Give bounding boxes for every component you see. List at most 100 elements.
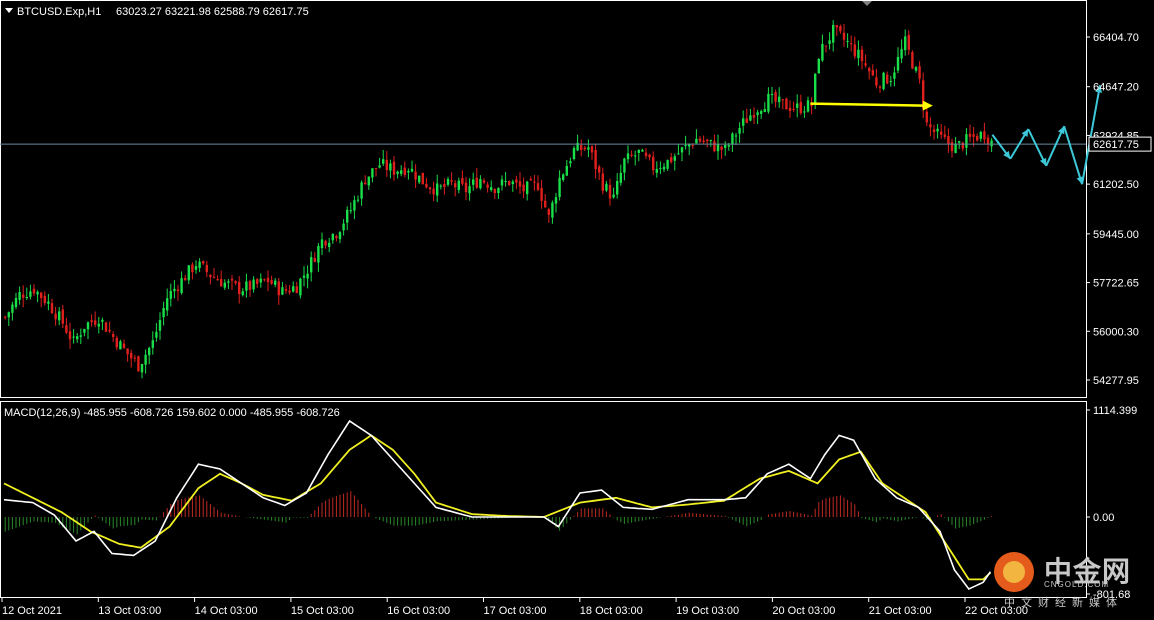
candle-body xyxy=(778,96,781,103)
time-tick-label: 22 Oct 03:00 xyxy=(965,605,1028,617)
candle-body xyxy=(97,323,100,327)
candle-body xyxy=(83,328,86,333)
candle-body xyxy=(162,308,165,318)
candle-body xyxy=(335,236,338,239)
candle-body xyxy=(684,144,687,147)
forecast-segment xyxy=(1063,125,1084,185)
candle-body xyxy=(788,107,792,112)
ohlc-values: 63023.27 63221.98 62588.79 62617.75 xyxy=(116,6,309,18)
candle-body xyxy=(486,184,489,188)
time-tick-label: 15 Oct 03:00 xyxy=(291,605,354,617)
candle-body xyxy=(893,72,896,79)
candle-body xyxy=(169,290,172,299)
candle-body xyxy=(238,281,241,295)
candle-body xyxy=(961,142,964,149)
candle-body xyxy=(594,150,597,170)
candle-body xyxy=(763,109,766,112)
candle-body xyxy=(482,180,486,183)
candle-body xyxy=(454,183,457,188)
candle-body xyxy=(497,188,500,194)
candle-body xyxy=(990,140,993,147)
candle-body xyxy=(540,187,543,201)
candle-body xyxy=(198,261,201,268)
candle-body xyxy=(626,153,630,160)
candle-body xyxy=(32,288,36,294)
candle-body xyxy=(155,331,158,338)
candle-body xyxy=(508,181,511,185)
candle-body xyxy=(850,43,853,45)
candle-body xyxy=(176,289,180,291)
candle-body xyxy=(727,145,730,147)
candle-body xyxy=(641,149,644,152)
symbol-label[interactable]: BTCUSD.Exp,H1 xyxy=(17,6,101,18)
candle-body xyxy=(382,159,385,164)
candle-body xyxy=(248,281,252,290)
candle-body xyxy=(875,77,878,86)
candle-body xyxy=(954,143,957,154)
candle-body xyxy=(558,177,561,198)
candle-body xyxy=(652,156,655,171)
candle-body xyxy=(785,98,788,110)
candle-body xyxy=(673,156,676,161)
candle-body xyxy=(302,275,306,278)
candle-body xyxy=(140,364,144,373)
svg-text:62617.75: 62617.75 xyxy=(1093,139,1139,151)
candle-body xyxy=(943,134,946,137)
candle-body xyxy=(209,274,212,278)
candle-body xyxy=(439,185,442,187)
candle-body xyxy=(860,49,864,62)
candle-body xyxy=(421,172,424,185)
candle-body xyxy=(742,118,745,126)
candle-body xyxy=(475,177,478,188)
candle-body xyxy=(133,357,136,359)
candle-body xyxy=(950,142,954,152)
price-axis: 66404.7064647.2062924.8561202.5059445.00… xyxy=(1086,32,1139,387)
candle-body xyxy=(680,147,684,153)
candle-body xyxy=(666,159,669,169)
candle-body xyxy=(173,288,176,292)
candle-body xyxy=(972,134,975,137)
candle-body xyxy=(518,181,522,187)
candle-body xyxy=(241,291,244,295)
candle-body xyxy=(551,202,554,218)
candle-body xyxy=(166,298,169,311)
chart-area: 66404.7064647.2062924.8561202.5059445.00… xyxy=(0,0,1152,617)
candle-body xyxy=(468,186,471,194)
candle-body xyxy=(400,170,403,174)
candle-body xyxy=(292,286,295,292)
candle-body xyxy=(637,149,640,153)
candle-body xyxy=(22,294,25,298)
candle-body xyxy=(781,99,784,101)
symbol-dropdown-icon[interactable] xyxy=(5,8,13,13)
candle-body xyxy=(349,210,352,212)
candle-body xyxy=(590,146,594,153)
time-tick-label: 14 Oct 03:00 xyxy=(195,605,258,617)
candle-body xyxy=(68,331,72,340)
candle-body xyxy=(29,291,32,297)
candle-body xyxy=(184,277,187,281)
candle-body xyxy=(72,336,75,338)
time-tick-label: 21 Oct 03:00 xyxy=(869,605,932,617)
candle-body xyxy=(688,144,691,147)
candle-body xyxy=(144,354,147,365)
candle-body xyxy=(868,68,871,72)
candle-body xyxy=(212,276,216,278)
candle-body xyxy=(450,180,453,182)
candle-body xyxy=(796,103,799,108)
candle-body xyxy=(342,223,345,231)
shift-marker-icon[interactable] xyxy=(862,1,872,6)
price-tick-label: 56000.30 xyxy=(1093,326,1139,338)
macd-tick-label: 0.00 xyxy=(1093,512,1114,524)
candle-body xyxy=(662,166,666,170)
candle-body xyxy=(126,348,129,355)
candle-body xyxy=(598,166,601,173)
candle-body xyxy=(828,40,831,44)
candle-body xyxy=(306,273,309,279)
candle-body xyxy=(738,127,741,134)
candle-body xyxy=(500,179,504,186)
candle-body xyxy=(130,352,133,359)
candle-body xyxy=(601,173,604,191)
candle-body xyxy=(515,179,518,183)
candle-body xyxy=(202,261,205,264)
candle-body xyxy=(702,140,705,143)
